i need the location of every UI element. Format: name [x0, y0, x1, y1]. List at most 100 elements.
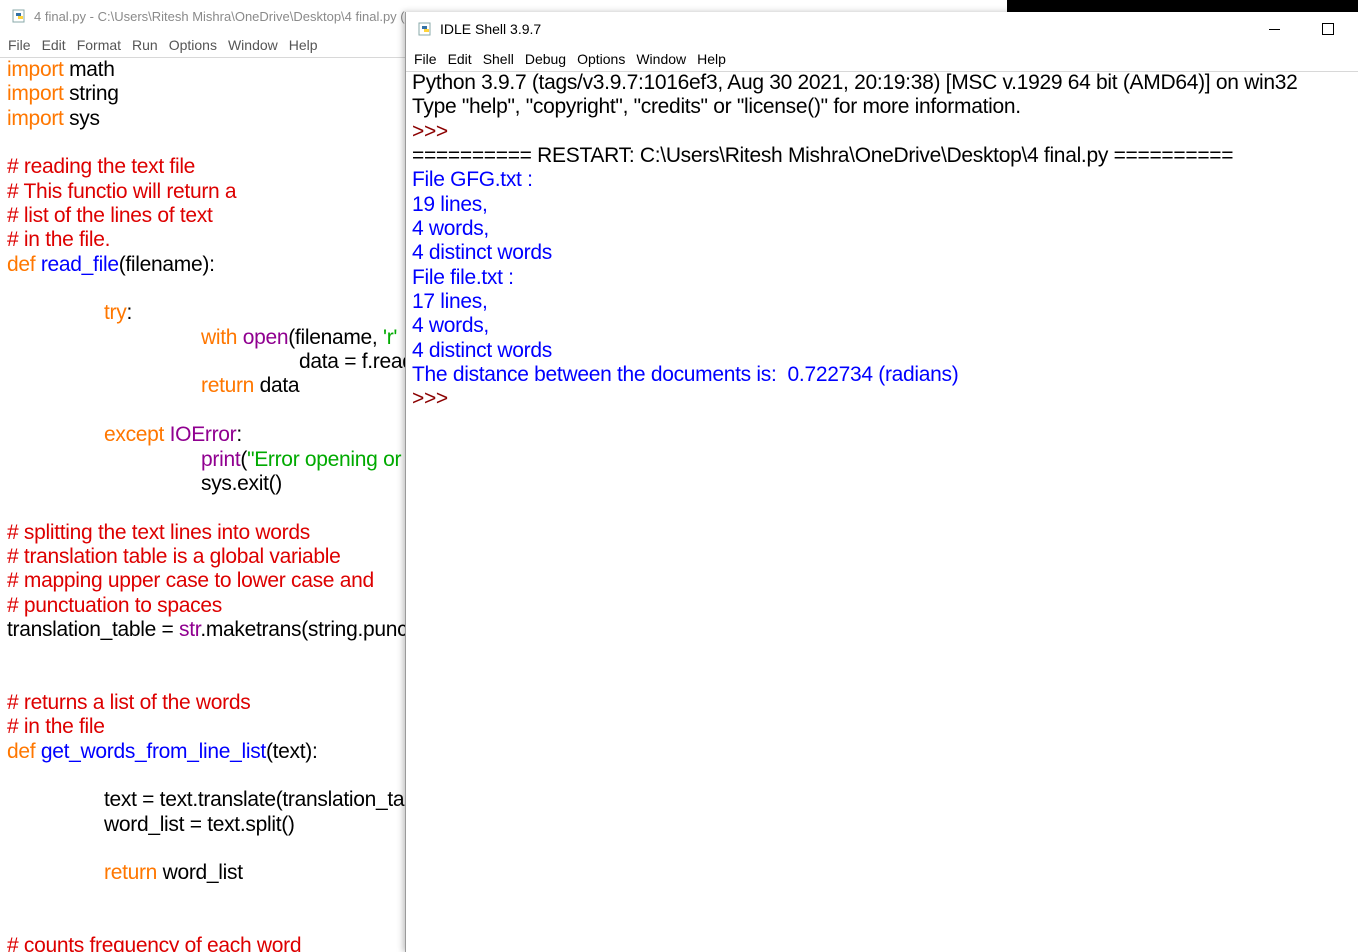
- keyword: import: [7, 106, 64, 130]
- comment-line: # This functio will return a: [7, 179, 237, 203]
- builtin: open: [242, 325, 289, 349]
- keyword: except: [104, 423, 165, 447]
- code-editor[interactable]: import math import string import sys # r…: [7, 58, 405, 952]
- shell-prompt: >>>: [412, 119, 448, 143]
- minimize-button[interactable]: [1251, 12, 1297, 46]
- output-line: File file.txt :: [412, 265, 514, 289]
- code-text: sys: [63, 106, 100, 130]
- builtin: IOError: [169, 423, 237, 447]
- shell-menu-window[interactable]: Window: [636, 51, 686, 67]
- shell-menu-shell[interactable]: Shell: [483, 51, 514, 67]
- shell-output[interactable]: Python 3.9.7 (tags/v3.9.7:1016ef3, Aug 3…: [412, 71, 1352, 941]
- code-line: return data: [7, 374, 405, 398]
- editor-title: 4 final.py - C:\Users\Ritesh Mishra\OneD…: [34, 8, 420, 24]
- keyword: return: [104, 861, 158, 885]
- minimize-icon: [1268, 28, 1280, 30]
- keyword: with: [201, 325, 238, 349]
- editor-window[interactable]: 4 final.py - C:\Users\Ritesh Mishra\OneD…: [0, 0, 420, 952]
- output-line: 4 words,: [412, 217, 489, 241]
- editor-menu-edit[interactable]: Edit: [42, 37, 66, 53]
- shell-banner: Python 3.9.7 (tags/v3.9.7:1016ef3, Aug 3…: [412, 71, 1298, 94]
- maximize-icon: [1322, 23, 1334, 35]
- code-text: data: [254, 374, 300, 398]
- output-line: The distance between the documents is: 0…: [412, 363, 959, 387]
- code-line: data = f.read(): [299, 350, 405, 374]
- output-line: 4 words,: [412, 314, 489, 338]
- code-text: (filename,: [288, 325, 383, 349]
- comment-line: # returns a list of the words: [7, 690, 251, 714]
- code-text: string: [63, 82, 119, 106]
- comment-line: # in the file.: [7, 228, 111, 252]
- code-text: (filename):: [118, 252, 215, 276]
- code-line: text = text.translate(translation_table): [104, 788, 405, 812]
- shell-banner: Type "help", "copyright", "credits" or "…: [412, 95, 1021, 119]
- code-text: (text):: [265, 739, 318, 763]
- code-text: translation_table =: [7, 617, 180, 641]
- builtin: print: [201, 447, 241, 471]
- shell-title-bar[interactable]: IDLE Shell 3.9.7: [406, 12, 1358, 46]
- shell-window[interactable]: IDLE Shell 3.9.7 File Edit Shell Debug O…: [405, 12, 1358, 952]
- editor-title-bar[interactable]: 4 final.py - C:\Users\Ritesh Mishra\OneD…: [0, 0, 420, 32]
- editor-menu-file[interactable]: File: [8, 37, 31, 53]
- output-line: 19 lines,: [412, 192, 488, 216]
- comment-line: # punctuation to spaces: [7, 593, 222, 617]
- editor-menu-run[interactable]: Run: [132, 37, 158, 53]
- string-literal: 'r': [382, 325, 398, 349]
- maximize-button[interactable]: [1305, 12, 1351, 46]
- code-text: .maketrans(string.punctuation+string.asc…: [200, 617, 405, 641]
- code-line: with open(filename, 'r': [7, 326, 405, 350]
- comment-line: # list of the lines of text: [7, 204, 213, 228]
- comment-line: # reading the text file: [7, 155, 196, 179]
- shell-title: IDLE Shell 3.9.7: [440, 21, 542, 37]
- editor-menu-format[interactable]: Format: [77, 37, 121, 53]
- shell-menu-debug[interactable]: Debug: [525, 51, 566, 67]
- code-line: import math: [7, 58, 405, 82]
- shell-menu-bar: File Edit Shell Debug Options Window Hel…: [406, 48, 1358, 70]
- background-strip: [1007, 0, 1358, 12]
- comment-line: # translation table is a global variable: [7, 544, 341, 568]
- output-line: File GFG.txt :: [412, 168, 533, 192]
- keyword: def: [7, 739, 36, 763]
- comment-line: # mapping upper case to lower case and: [7, 569, 374, 593]
- editor-menu-options[interactable]: Options: [169, 37, 217, 53]
- keyword: import: [7, 58, 64, 81]
- shell-menu-file[interactable]: File: [414, 51, 437, 67]
- code-line: word_list = text.split(): [104, 812, 295, 836]
- output-line: 17 lines,: [412, 290, 488, 314]
- editor-menu-bar: File Edit Format Run Options Window Help: [0, 34, 420, 56]
- code-line: import string: [7, 82, 405, 106]
- comment-line: # in the file: [7, 715, 105, 739]
- code-line: sys.exit(): [201, 471, 283, 495]
- code-line: translation_table = str.maketrans(string…: [7, 618, 405, 642]
- keyword: try: [104, 301, 127, 325]
- comment-line: # counts frequency of each word: [7, 934, 302, 952]
- shell-menu-help[interactable]: Help: [697, 51, 726, 67]
- function-name: get_words_from_line_list: [40, 739, 266, 763]
- function-name: read_file: [40, 252, 119, 276]
- string-literal: "Error opening or reading input file: ": [247, 447, 402, 471]
- shell-menu-options[interactable]: Options: [577, 51, 625, 67]
- code-line: def get_words_from_line_list(text):: [7, 740, 405, 764]
- shell-prompt[interactable]: >>>: [412, 387, 1352, 411]
- code-line: def read_file(filename):: [7, 253, 405, 277]
- keyword: return: [201, 374, 255, 398]
- code-text: :: [236, 423, 242, 447]
- code-line: print("Error opening or reading input fi…: [7, 448, 405, 472]
- code-line: try:: [104, 301, 132, 325]
- keyword: import: [7, 82, 64, 106]
- output-line: 4 distinct words: [412, 338, 552, 362]
- code-text: math: [63, 58, 115, 81]
- editor-menu-window[interactable]: Window: [228, 37, 278, 53]
- editor-menu-help[interactable]: Help: [289, 37, 318, 53]
- keyword: def: [7, 252, 36, 276]
- shell-menu-edit[interactable]: Edit: [448, 51, 472, 67]
